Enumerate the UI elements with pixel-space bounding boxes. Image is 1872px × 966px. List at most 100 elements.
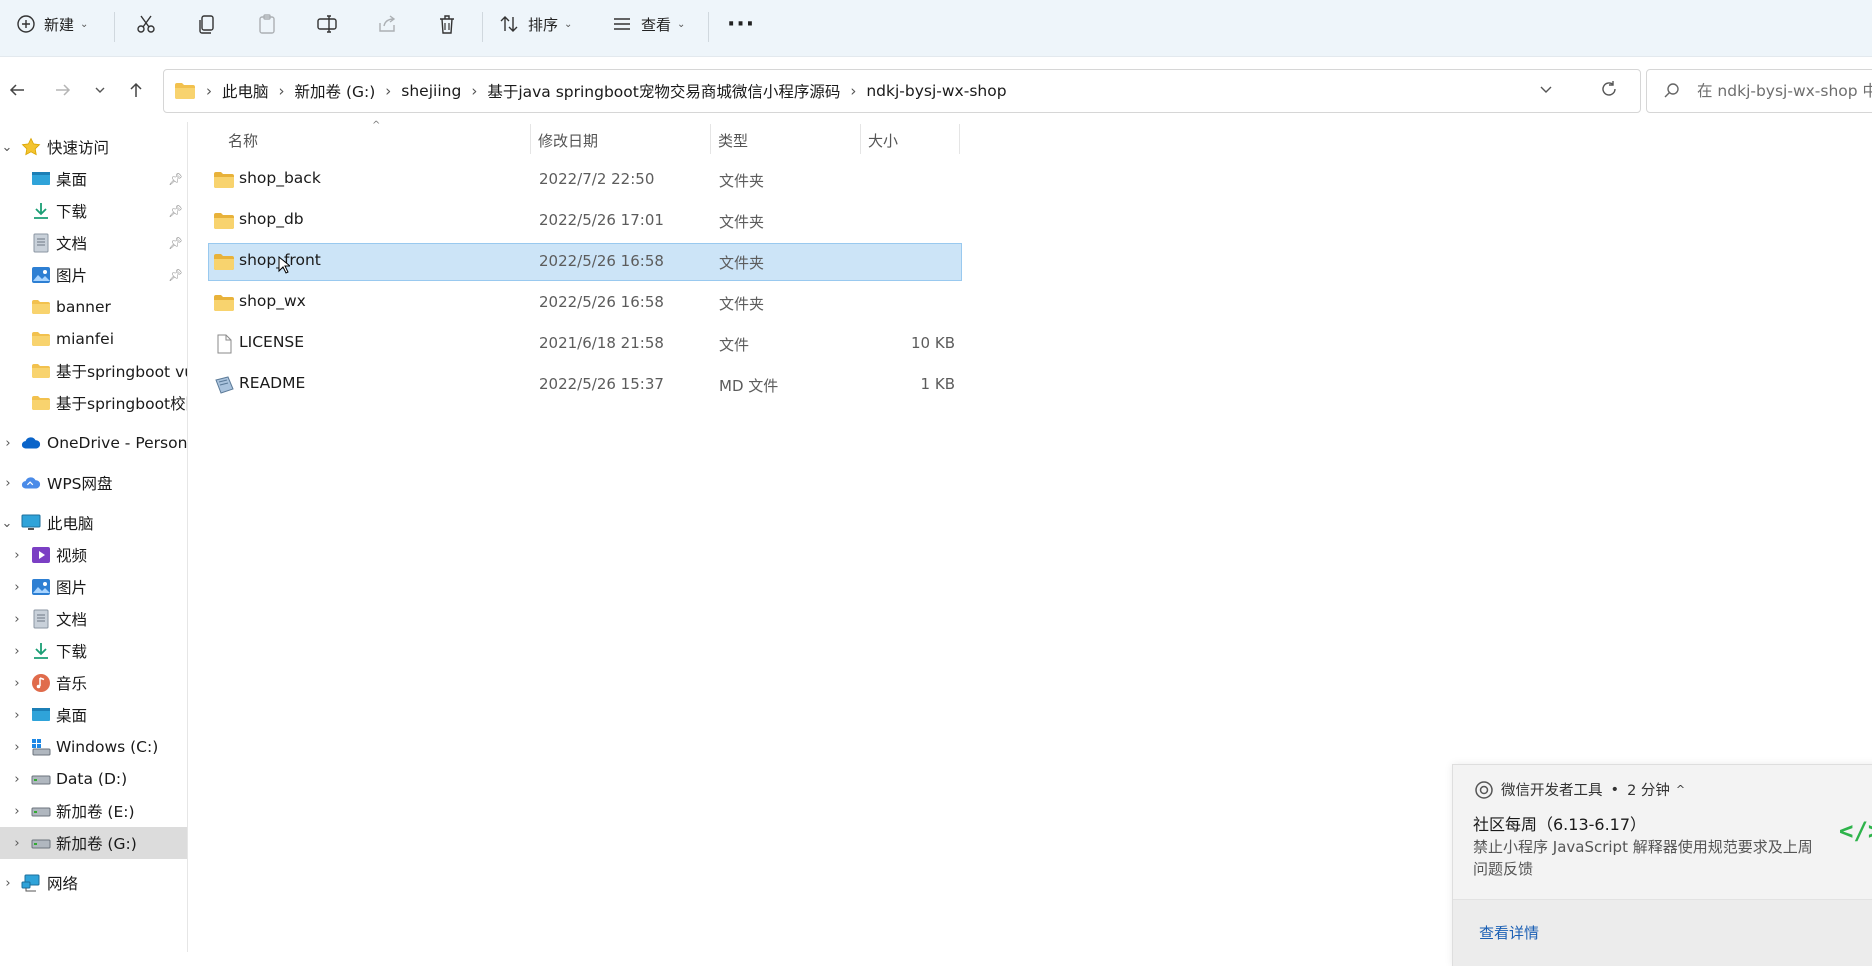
nav-quick-access[interactable]: ⌄ 快速访问 [0, 131, 187, 163]
notification-header: 微信开发者工具 • 2 分钟 ^ [1475, 779, 1685, 800]
chevron-down-icon[interactable]: ⌄ [0, 140, 14, 155]
nav-this-pc-label: 此电脑 [47, 515, 94, 533]
search-box[interactable] [1646, 69, 1872, 113]
nav-network[interactable]: › 网络 [0, 867, 187, 899]
nav-item-documents[interactable]: 文档 📌︎ [0, 227, 187, 259]
pin-icon[interactable]: 📌︎ [168, 204, 183, 218]
recent-locations-button[interactable] [86, 76, 114, 104]
chevron-right-icon[interactable]: › [1, 436, 15, 451]
back-button[interactable] [3, 76, 31, 104]
more-options-button[interactable]: ··· [727, 8, 755, 40]
chevron-right-icon[interactable]: › [1, 476, 15, 491]
paste-button[interactable] [256, 8, 278, 40]
chevron-down-icon[interactable]: ⌄ [0, 516, 14, 531]
breadcrumb-project-folder[interactable]: 基于java springboot宠物交易商城微信小程序源码 [487, 80, 840, 102]
nav-drive-g[interactable]: › 新加卷 (G:) [0, 827, 187, 859]
markdown-file-icon [215, 376, 234, 394]
cut-button[interactable] [135, 8, 157, 40]
file-row-shop-wx[interactable]: shop_wx 2022/5/26 16:58 文件夹 [208, 284, 962, 322]
chevron-right-icon[interactable]: › [10, 612, 24, 627]
file-date: 2022/5/26 15:37 [539, 375, 664, 393]
refresh-icon[interactable] [1600, 80, 1618, 102]
divider [482, 12, 483, 42]
rename-button[interactable] [316, 8, 338, 40]
nav-item-desktop[interactable]: 桌面 📌︎ [0, 163, 187, 195]
chevron-down-icon: ⌄ [564, 18, 573, 30]
breadcrumb-current-folder[interactable]: ndkj-bysj-wx-shop [866, 82, 1006, 100]
chevron-right-icon[interactable]: › [10, 644, 24, 659]
nav-item-label: 图片 [56, 267, 88, 285]
new-button[interactable]: 新建 ⌄ [16, 8, 88, 40]
nav-wps-cloud[interactable]: › WPS网盘 [0, 467, 187, 499]
chevron-up-icon[interactable]: ^ [1676, 783, 1685, 796]
notification-toast[interactable]: 微信开发者工具 • 2 分钟 ^ 社区每周（6.13-6.17） 禁止小程序 J… [1452, 764, 1872, 966]
chevron-right-icon[interactable]: › [10, 548, 24, 563]
file-row-shop-db[interactable]: shop_db 2022/5/26 17:01 文件夹 [208, 202, 962, 240]
view-details-link[interactable]: 查看详情 [1479, 922, 1539, 943]
nav-drive-e[interactable]: › 新加卷 (E:) [0, 795, 187, 827]
nav-drive-c[interactable]: › Windows (C:) [0, 731, 187, 763]
chevron-right-icon[interactable]: › [10, 580, 24, 595]
chevron-right-icon[interactable]: › [10, 740, 24, 755]
pin-icon[interactable]: 📌︎ [168, 268, 183, 282]
share-button[interactable] [376, 8, 398, 40]
address-bar[interactable]: › 此电脑 › 新加卷 (G:) › shejiing › 基于java spr… [163, 69, 1641, 113]
copy-button[interactable] [196, 8, 218, 40]
nav-wps-label: WPS网盘 [47, 475, 113, 493]
column-header-type[interactable]: 类型 [718, 130, 748, 151]
nav-item-springboot-vue[interactable]: 基于springboot vue [0, 355, 187, 387]
nav-pc-videos[interactable]: › 视频 [0, 539, 187, 571]
breadcrumb-drive-g[interactable]: 新加卷 (G:) [295, 80, 376, 102]
file-row-shop-back[interactable]: shop_back 2022/7/2 22:50 文件夹 [208, 161, 962, 199]
code-brackets-icon: </> [1839, 817, 1872, 845]
column-resize-handle[interactable] [860, 124, 861, 154]
nav-item-mianfei[interactable]: mianfei [0, 323, 187, 355]
chevron-right-icon[interactable]: › [10, 676, 24, 691]
mouse-cursor-icon [278, 256, 290, 274]
nav-pc-documents[interactable]: › 文档 [0, 603, 187, 635]
nav-item-label: 新加卷 (E:) [56, 803, 135, 821]
nav-item-pictures[interactable]: 图片 📌︎ [0, 259, 187, 291]
chevron-right-icon[interactable]: › [10, 804, 24, 819]
breadcrumb-shejiing[interactable]: shejiing [401, 82, 461, 100]
chevron-right-icon[interactable]: › [10, 836, 24, 851]
pin-icon[interactable]: 📌︎ [168, 236, 183, 250]
nav-pc-pictures[interactable]: › 图片 [0, 571, 187, 603]
view-button[interactable]: 查看 ⌄ [611, 8, 685, 40]
file-date: 2022/7/2 22:50 [539, 170, 655, 188]
forward-button[interactable] [49, 76, 77, 104]
column-resize-handle[interactable] [710, 124, 711, 154]
column-header-date[interactable]: 修改日期 [538, 130, 598, 151]
search-input[interactable] [1695, 81, 1872, 101]
nav-pc-downloads[interactable]: › 下载 [0, 635, 187, 667]
column-header-size[interactable]: 大小 [868, 130, 898, 151]
nav-drive-d[interactable]: › Data (D:) [0, 763, 187, 795]
chevron-down-icon: ⌄ [80, 18, 89, 30]
network-icon [21, 873, 41, 893]
chevron-right-icon[interactable]: › [10, 708, 24, 723]
nav-item-springboot-campus[interactable]: 基于springboot校园 [0, 387, 187, 419]
arrow-right-icon [56, 84, 71, 96]
column-header-name[interactable]: 名称 [228, 130, 258, 151]
file-icon [217, 334, 232, 354]
nav-item-banner[interactable]: banner [0, 291, 187, 323]
up-button[interactable] [122, 76, 150, 104]
breadcrumb-separator: › [850, 82, 857, 100]
pin-icon[interactable]: 📌︎ [168, 172, 183, 186]
chevron-right-icon[interactable]: › [1, 876, 15, 891]
column-resize-handle[interactable] [959, 124, 960, 154]
delete-button[interactable] [436, 8, 458, 40]
nav-onedrive[interactable]: › OneDrive - Personal [0, 427, 187, 459]
column-resize-handle[interactable] [530, 124, 531, 154]
address-history-chevron-icon[interactable] [1538, 81, 1554, 101]
nav-pc-desktop[interactable]: › 桌面 [0, 699, 187, 731]
nav-item-downloads[interactable]: 下载 📌︎ [0, 195, 187, 227]
breadcrumb-this-pc[interactable]: 此电脑 [222, 80, 269, 102]
nav-this-pc[interactable]: ⌄ 此电脑 [0, 507, 187, 539]
file-row-readme[interactable]: README 2022/5/26 15:37 MD 文件 1 KB [208, 366, 962, 404]
file-row-license[interactable]: LICENSE 2021/6/18 21:58 文件 10 KB [208, 325, 962, 363]
sort-button[interactable]: 排序 ⌄ [498, 8, 572, 40]
file-row-shop-front[interactable]: shop_front 2022/5/26 16:58 文件夹 [208, 243, 962, 281]
nav-pc-music[interactable]: › 音乐 [0, 667, 187, 699]
chevron-right-icon[interactable]: › [10, 772, 24, 787]
